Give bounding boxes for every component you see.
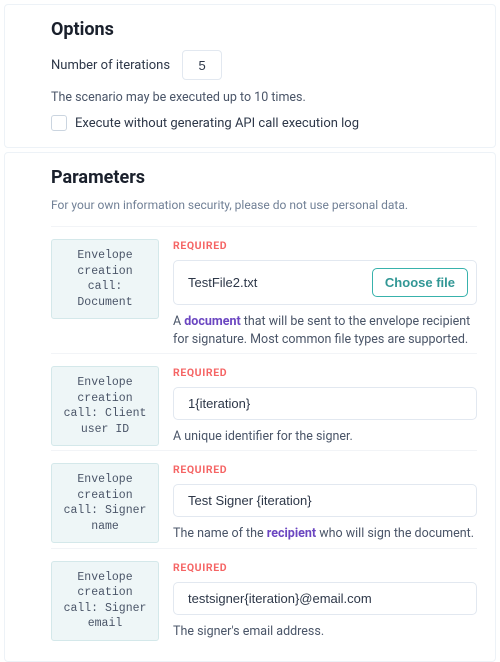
iterations-input[interactable] <box>182 50 222 80</box>
param-row-signer-name: Envelope creation call: Signer name REQU… <box>51 450 477 547</box>
required-badge: REQUIRED <box>173 366 477 379</box>
required-badge: REQUIRED <box>173 561 477 574</box>
param-label: Envelope creation call: Client user ID <box>51 366 159 446</box>
choose-file-button[interactable]: Choose file <box>372 268 468 297</box>
document-input[interactable] <box>186 274 372 291</box>
security-note: For your own information security, pleas… <box>51 198 477 212</box>
signer-name-input[interactable] <box>186 492 468 509</box>
param-row-signer-email: Envelope creation call: Signer email REQ… <box>51 548 477 645</box>
required-badge: REQUIRED <box>173 463 477 476</box>
param-label: Envelope creation call: Document <box>51 239 159 319</box>
parameters-heading: Parameters <box>51 167 477 188</box>
signer-email-input[interactable] <box>186 590 468 607</box>
options-section: Options Number of iterations The scenari… <box>4 4 496 148</box>
execute-without-log-label: Execute without generating API call exec… <box>75 116 359 131</box>
execute-without-log-checkbox[interactable] <box>51 115 67 131</box>
iterations-label: Number of iterations <box>51 58 170 73</box>
param-row-document: Envelope creation call: Document REQUIRE… <box>51 226 477 353</box>
param-description: A document that will be sent to the enve… <box>173 313 477 349</box>
iterations-hint: The scenario may be executed up to 10 ti… <box>51 90 477 105</box>
parameters-section: Parameters For your own information secu… <box>4 152 496 662</box>
param-description: A unique identifier for the signer. <box>173 428 477 446</box>
client-user-id-input[interactable] <box>186 395 468 412</box>
required-badge: REQUIRED <box>173 239 477 252</box>
options-heading: Options <box>51 19 477 40</box>
param-description: The name of the recipient who will sign … <box>173 525 477 543</box>
param-label: Envelope creation call: Signer name <box>51 463 159 543</box>
param-row-client-user-id: Envelope creation call: Client user ID R… <box>51 353 477 450</box>
param-label: Envelope creation call: Signer email <box>51 561 159 641</box>
param-description: The signer's email address. <box>173 623 477 641</box>
